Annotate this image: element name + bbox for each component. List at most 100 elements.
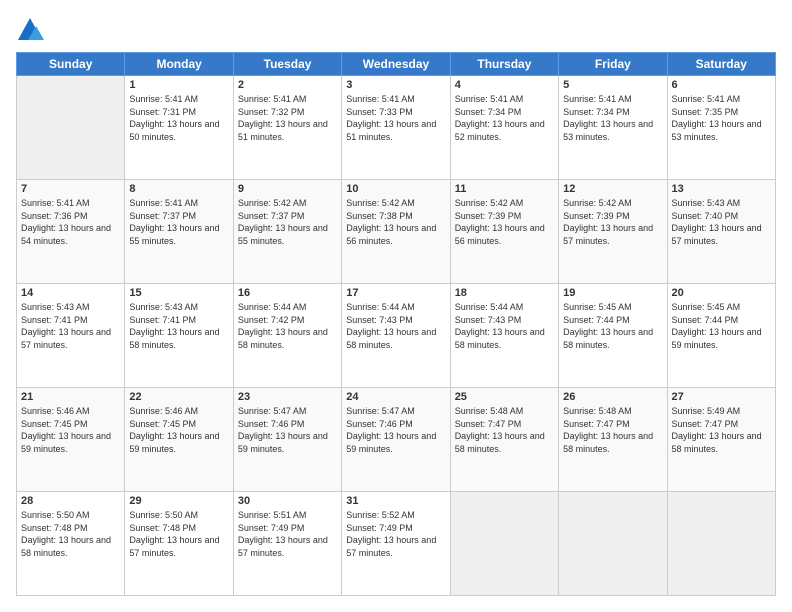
page: SundayMondayTuesdayWednesdayThursdayFrid… — [0, 0, 792, 612]
day-number: 20 — [672, 287, 771, 299]
sunset-text: Sunset: 7:36 PM — [21, 211, 88, 221]
sunset-text: Sunset: 7:48 PM — [21, 523, 88, 533]
sunset-text: Sunset: 7:49 PM — [238, 523, 305, 533]
calendar-cell: 15Sunrise: 5:43 AMSunset: 7:41 PMDayligh… — [125, 284, 233, 388]
sunset-text: Sunset: 7:39 PM — [455, 211, 522, 221]
sunrise-text: Sunrise: 5:46 AM — [21, 406, 90, 416]
cell-content: Sunrise: 5:44 AMSunset: 7:43 PMDaylight:… — [346, 301, 445, 351]
daylight-text: Daylight: 13 hours and 58 minutes. — [672, 431, 762, 454]
calendar-cell: 11Sunrise: 5:42 AMSunset: 7:39 PMDayligh… — [450, 180, 558, 284]
sunrise-text: Sunrise: 5:47 AM — [238, 406, 307, 416]
calendar-cell: 10 Sunrise: 5:42 AMSunset: 7:38 PMDayligh… — [342, 180, 450, 284]
day-number: 31 — [346, 495, 445, 507]
calendar-cell: 16Sunrise: 5:44 AMSunset: 7:42 PMDayligh… — [233, 284, 341, 388]
calendar-cell: 25Sunrise: 5:48 AMSunset: 7:47 PMDayligh… — [450, 388, 558, 492]
calendar-cell: 8Sunrise: 5:41 AMSunset: 7:37 PMDaylight… — [125, 180, 233, 284]
week-row-1: 1Sunrise: 5:41 AMSunset: 7:31 PMDaylight… — [17, 76, 776, 180]
daylight-text: Daylight: 13 hours and 53 minutes. — [672, 119, 762, 142]
day-number: 22 — [129, 391, 228, 403]
day-number: 28 — [21, 495, 120, 507]
daylight-text: Daylight: 13 hours and 54 minutes. — [21, 223, 111, 246]
day-number: 26 — [563, 391, 662, 403]
sunrise-text: Sunrise: 5:41 AM — [346, 94, 415, 104]
cell-content: Sunrise: 5:50 AMSunset: 7:48 PMDaylight:… — [129, 509, 228, 559]
daylight-text: Daylight: 13 hours and 57 minutes. — [21, 327, 111, 350]
daylight-text: Daylight: 13 hours and 59 minutes. — [21, 431, 111, 454]
sunset-text: Sunset: 7:32 PM — [238, 107, 305, 117]
day-number: 18 — [455, 287, 554, 299]
daylight-text: Daylight: 13 hours and 59 minutes. — [129, 431, 219, 454]
day-number: 29 — [129, 495, 228, 507]
daylight-text: Daylight: 13 hours and 51 minutes. — [238, 119, 328, 142]
sunrise-text: Sunrise: 5:42 AM — [455, 198, 524, 208]
daylight-text: Daylight: 13 hours and 58 minutes. — [129, 327, 219, 350]
sunrise-text: Sunrise: 5:45 AM — [563, 302, 632, 312]
sunset-text: Sunset: 7:37 PM — [238, 211, 305, 221]
day-number: 11 — [455, 183, 554, 195]
cell-content: Sunrise: 5:46 AMSunset: 7:45 PMDaylight:… — [129, 405, 228, 455]
sunset-text: Sunset: 7:31 PM — [129, 107, 196, 117]
calendar-cell: 12Sunrise: 5:42 AMSunset: 7:39 PMDayligh… — [559, 180, 667, 284]
cell-content: Sunrise: 5:44 AMSunset: 7:43 PMDaylight:… — [455, 301, 554, 351]
sunset-text: Sunset: 7:44 PM — [672, 315, 739, 325]
cell-content: Sunrise: 5:41 AMSunset: 7:34 PMDaylight:… — [563, 93, 662, 143]
day-number: 2 — [238, 79, 337, 91]
cell-content: Sunrise: 5:41 AMSunset: 7:36 PMDaylight:… — [21, 197, 120, 247]
calendar-cell: 7Sunrise: 5:41 AMSunset: 7:36 PMDaylight… — [17, 180, 125, 284]
sunrise-text: Sunrise: 5:41 AM — [129, 198, 198, 208]
day-number: 5 — [563, 79, 662, 91]
sunset-text: Sunset: 7:47 PM — [455, 419, 522, 429]
sunrise-text: Sunrise: 5:44 AM — [455, 302, 524, 312]
daylight-text: Daylight: 13 hours and 59 minutes. — [346, 431, 436, 454]
sunrise-text: Sunrise: 5:43 AM — [672, 198, 741, 208]
sunset-text: Sunset: 7:43 PM — [455, 315, 522, 325]
sunset-text: Sunset: 7:49 PM — [346, 523, 413, 533]
sunrise-text: Sunrise: 5:49 AM — [672, 406, 741, 416]
day-number: 14 — [21, 287, 120, 299]
day-number: 13 — [672, 183, 771, 195]
daylight-text: Daylight: 13 hours and 57 minutes. — [563, 223, 653, 246]
daylight-text: Daylight: 13 hours and 57 minutes. — [238, 535, 328, 558]
daylight-text: Daylight: 13 hours and 59 minutes. — [238, 431, 328, 454]
day-header-thursday: Thursday — [450, 53, 558, 76]
cell-content: Sunrise: 5:42 AMSunset: 7:37 PMDaylight:… — [238, 197, 337, 247]
sunset-text: Sunset: 7:44 PM — [563, 315, 630, 325]
cell-content: Sunrise: 5:43 AMSunset: 7:40 PMDaylight:… — [672, 197, 771, 247]
daylight-text: Daylight: 13 hours and 57 minutes. — [346, 535, 436, 558]
cell-content: Sunrise: 5:47 AMSunset: 7:46 PMDaylight:… — [346, 405, 445, 455]
sunset-text: Sunset: 7:48 PM — [129, 523, 196, 533]
sunrise-text: Sunrise: 5:45 AM — [672, 302, 741, 312]
sunrise-text: Sunrise: 5:52 AM — [346, 510, 415, 520]
day-number: 30 — [238, 495, 337, 507]
sunset-text: Sunset: 7:42 PM — [238, 315, 305, 325]
sunrise-text: Sunrise: 5:42 AM — [346, 198, 415, 208]
day-header-wednesday: Wednesday — [342, 53, 450, 76]
cell-content: Sunrise: 5:50 AMSunset: 7:48 PMDaylight:… — [21, 509, 120, 559]
cell-content: Sunrise: 5:51 AMSunset: 7:49 PMDaylight:… — [238, 509, 337, 559]
calendar-cell — [17, 76, 125, 180]
day-number: 12 — [563, 183, 662, 195]
sunrise-text: Sunrise: 5:47 AM — [346, 406, 415, 416]
sunrise-text: Sunrise: 5:41 AM — [129, 94, 198, 104]
calendar-cell — [559, 492, 667, 596]
sunset-text: Sunset: 7:41 PM — [129, 315, 196, 325]
daylight-text: Daylight: 13 hours and 50 minutes. — [129, 119, 219, 142]
day-number: 10 — [346, 183, 445, 195]
daylight-text: Daylight: 13 hours and 55 minutes. — [129, 223, 219, 246]
sunrise-text: Sunrise: 5:50 AM — [21, 510, 90, 520]
cell-content: Sunrise: 5:49 AM Sunset: 7:47 PM Daylight:… — [672, 405, 771, 455]
week-row-3: 14 Sunrise: 5:43 AM Sunset: 7:41 PM Dayligh… — [17, 284, 776, 388]
day-number: 27 — [672, 391, 771, 403]
sunrise-text: Sunrise: 5:42 AM — [563, 198, 632, 208]
sunset-text: Sunset: 7:46 PM — [238, 419, 305, 429]
day-number: 24 — [346, 391, 445, 403]
sunset-text: Sunset: 7:47 PM — [672, 419, 739, 429]
cell-content: Sunrise: 5:45 AMSunset: 7:44 PMDaylight:… — [672, 301, 771, 351]
sunrise-text: Sunrise: 5:43 AM — [129, 302, 198, 312]
cell-content: Sunrise: 5:42 AMSunset: 7:38 PMDaylight:… — [346, 197, 445, 247]
daylight-text: Daylight: 13 hours and 52 minutes. — [455, 119, 545, 142]
cell-content: Sunrise: 5:45 AMSunset: 7:44 PMDaylight:… — [563, 301, 662, 351]
daylight-text: Daylight: 13 hours and 57 minutes. — [672, 223, 762, 246]
sunrise-text: Sunrise: 5:41 AM — [563, 94, 632, 104]
daylight-text: Daylight: 13 hours and 58 minutes. — [563, 431, 653, 454]
